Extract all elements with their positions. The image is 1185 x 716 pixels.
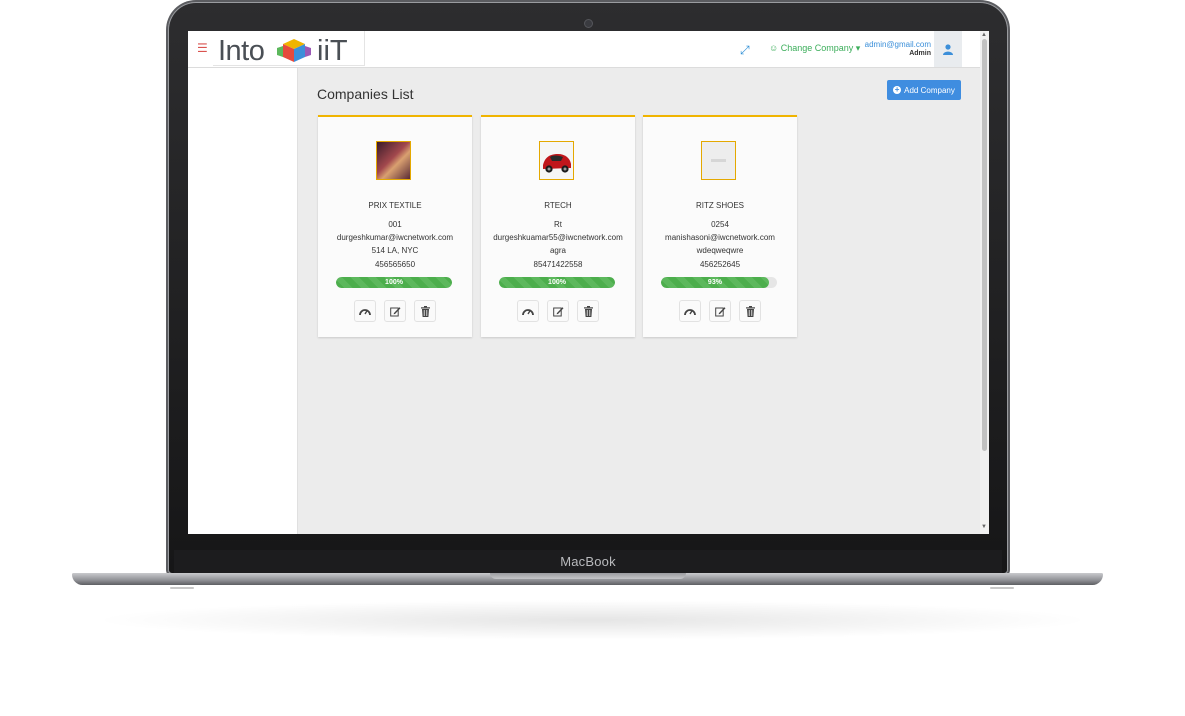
company-code: 001 (388, 220, 402, 229)
card-actions (517, 300, 599, 322)
delete-button[interactable] (414, 300, 436, 322)
webcam (584, 19, 593, 28)
company-thumbnail[interactable] (539, 141, 574, 180)
edit-icon (714, 306, 725, 316)
company-address: 514 LA, NYC (371, 246, 419, 255)
laptop-chin: MacBook (174, 550, 1002, 573)
plus-circle-icon: + (893, 85, 902, 94)
user-avatar-button[interactable] (934, 31, 962, 67)
company-name: PRIX TEXTILE (368, 201, 422, 210)
company-email: durgeshkumar@iwcnetwork.com (336, 233, 454, 242)
laptop-foot (990, 587, 1014, 589)
delete-button[interactable] (577, 300, 599, 322)
user-role: Admin (909, 50, 931, 57)
company-address: wdeqweqwre (696, 246, 744, 255)
card-actions (354, 300, 436, 322)
dashboard-icon (522, 309, 534, 316)
profile-progress-bar: 93% (661, 277, 777, 288)
edit-icon (552, 306, 563, 316)
profile-progress-bar: 100% (499, 277, 615, 288)
scrollbar-thumb[interactable] (982, 39, 987, 451)
app-screen: ☰ Into iiT ⤢ ☺ Change Company ▾ admin@gm… (188, 31, 989, 534)
laptop-shadow (90, 600, 1095, 640)
logo-text-iit: iiT (317, 35, 348, 67)
company-phone: 85471422558 (533, 260, 583, 269)
company-code: 0254 (711, 220, 729, 229)
trash-icon (745, 305, 755, 317)
delete-button[interactable] (739, 300, 761, 322)
dashboard-icon (359, 309, 371, 316)
edit-button[interactable] (709, 300, 731, 322)
top-navbar: ☰ Into iiT ⤢ ☺ Change Company ▾ admin@gm… (188, 31, 989, 68)
sidebar (188, 68, 298, 534)
company-card: RITZ SHOES 0254 manishasoni@iwcnetwork.c… (643, 115, 797, 337)
company-phone: 456252645 (699, 260, 741, 269)
laptop-foot (170, 587, 194, 589)
dashboard-button[interactable] (354, 300, 376, 322)
company-email: durgeshkuamar55@iwcnetwork.com (493, 233, 623, 242)
app-logo[interactable]: Into iiT (213, 31, 365, 67)
add-company-label: Add Company (904, 85, 955, 95)
change-company-dropdown[interactable]: ☺ Change Company ▾ (769, 43, 860, 54)
dashboard-button[interactable] (517, 300, 539, 322)
card-actions (679, 300, 761, 322)
dashboard-icon (684, 309, 696, 316)
car-image (543, 154, 571, 173)
company-card: RTECH Rt durgeshkuamar55@iwcnetwork.com … (481, 115, 635, 337)
progress-fill: 93% (661, 277, 769, 288)
profile-progress-bar: 100% (336, 277, 452, 288)
company-phone: 456565650 (374, 260, 416, 269)
logo-cube-icon (277, 39, 311, 62)
placeholder-image-mark (711, 159, 726, 162)
user-icon (943, 43, 953, 55)
dashboard-button[interactable] (679, 300, 701, 322)
edit-button[interactable] (384, 300, 406, 322)
hamburger-icon[interactable]: ☰ (197, 42, 208, 54)
logo-text-into: Into (218, 35, 265, 67)
scroll-down-arrow-icon[interactable]: ▼ (981, 524, 987, 530)
scroll-up-arrow-icon[interactable]: ▲ (981, 32, 987, 38)
company-thumbnail[interactable] (376, 141, 411, 180)
expand-icon[interactable]: ⤢ (740, 43, 750, 58)
company-thumbnail[interactable] (701, 141, 736, 180)
laptop-brand-label: MacBook (560, 554, 616, 569)
add-company-button[interactable]: + Add Company (887, 80, 961, 100)
progress-fill: 100% (499, 277, 615, 288)
company-email: manishasoni@iwcnetwork.com (665, 233, 775, 242)
laptop-opening-notch (490, 573, 686, 579)
edit-button[interactable] (547, 300, 569, 322)
company-code: Rt (554, 220, 562, 229)
trash-icon (583, 305, 593, 317)
edit-icon (389, 306, 400, 316)
user-email[interactable]: admin@gmail.com (865, 40, 931, 49)
company-name: RITZ SHOES (695, 201, 744, 210)
progress-fill: 100% (336, 277, 452, 288)
trash-icon (420, 305, 430, 317)
company-card: PRIX TEXTILE 001 durgeshkumar@iwcnetwork… (318, 115, 472, 337)
vertical-scrollbar[interactable]: ▲ ▼ (980, 31, 989, 534)
page-title: Companies List (317, 86, 414, 102)
company-address: agra (549, 246, 566, 255)
company-name: RTECH (544, 201, 572, 210)
